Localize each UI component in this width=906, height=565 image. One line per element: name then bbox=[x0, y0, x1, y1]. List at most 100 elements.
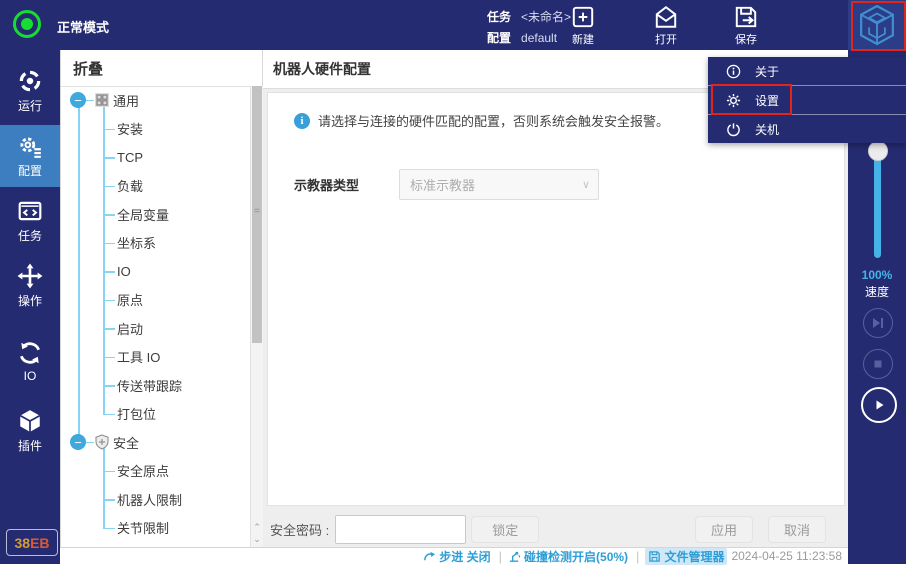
menu-item-label: 设置 bbox=[755, 92, 779, 109]
file-manager-icon bbox=[648, 550, 661, 563]
tree-connector-line bbox=[86, 442, 94, 444]
tree-node-label: 关节限制 bbox=[117, 518, 169, 537]
scroll-up-arrow[interactable]: ⌃ bbox=[251, 521, 263, 533]
sidebar-item-io[interactable]: IO bbox=[0, 330, 60, 392]
speed-slider[interactable] bbox=[874, 150, 881, 258]
tree-scrollbar-thumb[interactable] bbox=[252, 86, 262, 343]
tree-child-item[interactable]: 负载 bbox=[61, 172, 251, 201]
safety-password-input[interactable] bbox=[335, 515, 466, 544]
grid-icon bbox=[94, 92, 110, 108]
tree-child-item[interactable]: 原点 bbox=[61, 286, 251, 315]
tree-node-label: 坐标系 bbox=[117, 233, 156, 252]
tree-child-item[interactable]: 全局变量 bbox=[61, 200, 251, 229]
sidebar-item-task[interactable]: 任务 bbox=[0, 190, 60, 252]
file-manager-button[interactable]: 文件管理器 bbox=[645, 548, 727, 565]
top-bar: 正常模式 任务<未命名> 配置default 新建 打开 保存 bbox=[0, 0, 906, 50]
menu-item-label: 关于 bbox=[755, 63, 779, 80]
tree-child-item[interactable]: 打包位 bbox=[61, 400, 251, 429]
tree-root-item[interactable]: −通用 bbox=[61, 86, 251, 115]
sidebar-item-label: 运行 bbox=[18, 97, 42, 114]
save-button[interactable]: 保存 bbox=[718, 4, 774, 48]
apply-button[interactable]: 应用 bbox=[695, 516, 753, 543]
shield-icon bbox=[94, 434, 110, 450]
tree-scrollbar[interactable]: ⌃ ⌄ bbox=[250, 86, 263, 547]
sidebar-item-move[interactable]: 操作 bbox=[0, 255, 60, 317]
bottom-action-bar: 安全密码 : 锁定 应用 取消 bbox=[263, 511, 849, 547]
sidebar-item-label: 操作 bbox=[18, 292, 42, 309]
config-tree-panel: 折叠 −通用安装 TCP 负载全局变量坐标系 IO原点启动工具 IO 传送带跟踪打包位 −… bbox=[60, 50, 251, 547]
collision-detect-status[interactable]: 碰撞检测开启(50%) bbox=[508, 548, 628, 565]
open-file-icon bbox=[653, 4, 679, 30]
stop-button[interactable] bbox=[863, 349, 893, 379]
save-icon bbox=[733, 4, 759, 30]
save-button-label: 保存 bbox=[735, 31, 757, 47]
mode-status-icon bbox=[13, 10, 41, 38]
tree-child-item[interactable]: 关节限制 bbox=[61, 514, 251, 543]
sidebar-item-label: 任务 bbox=[18, 227, 42, 244]
tree-header[interactable]: 折叠 bbox=[61, 50, 251, 87]
cancel-button[interactable]: 取消 bbox=[768, 516, 826, 543]
menu-item-gear[interactable]: 设置 bbox=[708, 86, 906, 115]
pendant-type-select[interactable]: 标准示教器 ∨ bbox=[399, 169, 599, 200]
step-mode-status[interactable]: 步进 关闭 bbox=[423, 548, 490, 565]
mode-label: 正常模式 bbox=[57, 17, 109, 36]
collapse-node-icon[interactable]: − bbox=[70, 92, 86, 108]
play-icon bbox=[873, 399, 885, 411]
open-button[interactable]: 打开 bbox=[638, 4, 694, 48]
new-button[interactable]: 新建 bbox=[555, 4, 611, 48]
open-button-label: 打开 bbox=[655, 31, 677, 47]
gear-icon bbox=[726, 93, 755, 108]
speed-slider-handle[interactable] bbox=[868, 141, 888, 161]
config-info: 配置default bbox=[487, 29, 557, 46]
step-forward-button[interactable] bbox=[863, 308, 893, 338]
config-icon bbox=[17, 133, 43, 159]
tree-node-label: 启动 bbox=[117, 319, 143, 338]
info-text: 请选择与连接的硬件匹配的配置，否则系统会触发安全报警。 bbox=[318, 111, 669, 130]
tree-node-label: 工具 IO bbox=[117, 347, 160, 366]
tree-node-label: 传送带跟踪 bbox=[117, 376, 182, 395]
collapse-all-label: 折叠 bbox=[73, 58, 103, 79]
tree-child-item[interactable]: TCP bbox=[61, 143, 251, 172]
tree-child-item[interactable]: IO bbox=[61, 257, 251, 286]
sidebar-item-label: IO bbox=[24, 369, 37, 383]
sidebar-item-config[interactable]: 配置 bbox=[0, 125, 60, 187]
tree-child-item[interactable]: 传送带跟踪 bbox=[61, 371, 251, 400]
play-button[interactable] bbox=[861, 387, 897, 423]
tree-child-item[interactable]: 启动 bbox=[61, 314, 251, 343]
tree-child-item[interactable]: 安装 bbox=[61, 115, 251, 144]
collapse-node-icon[interactable]: − bbox=[70, 434, 86, 450]
tree-node-label: 安全原点 bbox=[117, 461, 169, 480]
tree-node-label: 机器人限制 bbox=[117, 490, 182, 509]
lock-button[interactable]: 锁定 bbox=[471, 516, 539, 543]
new-file-icon bbox=[570, 4, 596, 30]
tree-child-item[interactable]: 工具 IO bbox=[61, 343, 251, 372]
clock: 2024-04-25 11:23:58 bbox=[731, 549, 842, 563]
menu-item-power[interactable]: 关机 bbox=[708, 115, 906, 143]
app-logo[interactable] bbox=[848, 0, 906, 50]
menu-item-info[interactable]: 关于 bbox=[708, 57, 906, 86]
info-icon bbox=[726, 64, 755, 79]
sidebar-item-plugin[interactable]: 插件 bbox=[0, 400, 60, 462]
scroll-down-arrow[interactable]: ⌄ bbox=[251, 533, 263, 545]
tree-root-item[interactable]: − 安全 bbox=[61, 428, 251, 457]
task-icon bbox=[17, 198, 43, 224]
tree-child-item[interactable]: 坐标系 bbox=[61, 229, 251, 258]
info-icon: i bbox=[294, 113, 310, 129]
io-icon bbox=[17, 340, 43, 366]
tree-node-label: 打包位 bbox=[117, 404, 156, 423]
skip-icon bbox=[872, 317, 884, 329]
pendant-type-label: 示教器类型 bbox=[294, 175, 399, 194]
info-banner: i 请选择与连接的硬件匹配的配置，否则系统会触发安全报警。 bbox=[294, 111, 669, 130]
collision-icon bbox=[508, 550, 521, 563]
sidebar-item-run[interactable]: 运行 bbox=[0, 60, 60, 122]
app-menu: 关于设置关机 bbox=[708, 57, 906, 143]
badge-text: 38 bbox=[14, 535, 30, 551]
tree-node-label: TCP bbox=[117, 150, 143, 165]
tree-child-item[interactable]: 安全原点 bbox=[61, 457, 251, 486]
status-separator: | bbox=[499, 549, 502, 564]
tree-child-item[interactable]: 机器人限制 bbox=[61, 485, 251, 514]
speed-value: 100% bbox=[848, 268, 906, 282]
pendant-type-value: 标准示教器 bbox=[410, 175, 475, 194]
content-card: i 请选择与连接的硬件匹配的配置，否则系统会触发安全报警。 示教器类型 标准示教… bbox=[267, 92, 845, 506]
tree-node-label: 安全 bbox=[113, 433, 139, 452]
